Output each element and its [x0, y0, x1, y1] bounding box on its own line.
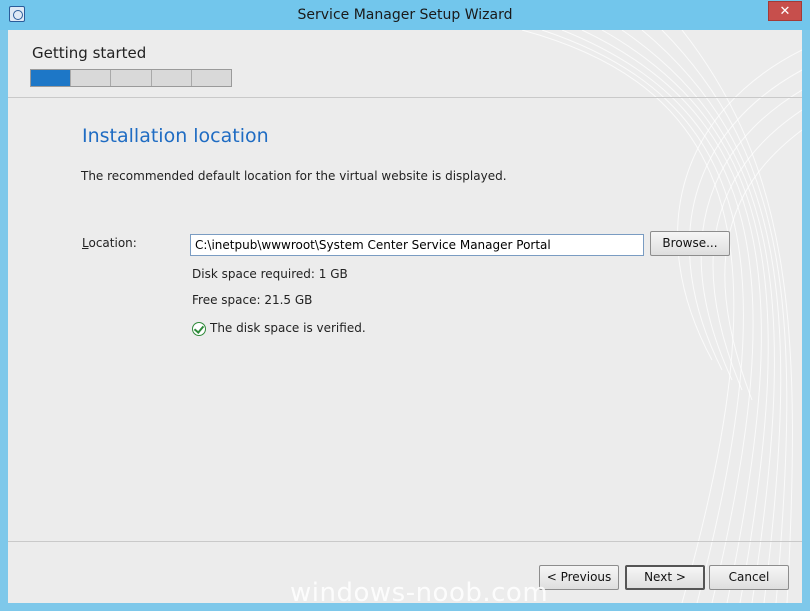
window-title: Service Manager Setup Wizard — [297, 7, 513, 23]
header-divider — [8, 97, 802, 98]
title-bar[interactable]: Service Manager Setup Wizard ✕ — [0, 0, 810, 30]
location-label: Location: — [82, 236, 137, 250]
progress-segment — [191, 70, 232, 86]
wizard-step-title: Getting started — [32, 44, 147, 62]
previous-button[interactable]: < Previous — [539, 565, 619, 590]
wizard-progress-bar — [30, 69, 232, 87]
footer-divider — [8, 541, 802, 542]
progress-segment — [111, 70, 152, 86]
decorative-swirl-graphic — [521, 30, 802, 603]
disk-space-verified-message: The disk space is verified. — [210, 321, 366, 335]
browse-button[interactable]: Browse... — [650, 231, 730, 256]
progress-segment — [71, 70, 112, 86]
watermark: windows-noob.com — [290, 578, 549, 608]
location-label-text: ocation: — [88, 236, 137, 250]
cancel-button[interactable]: Cancel — [709, 565, 789, 590]
page-heading: Installation location — [82, 125, 269, 147]
progress-segment-active — [31, 70, 72, 86]
progress-segment — [151, 70, 192, 86]
disk-space-required: Disk space required: 1 GB — [192, 267, 348, 281]
location-input[interactable] — [190, 234, 644, 256]
next-button[interactable]: Next > — [625, 565, 705, 590]
free-space: Free space: 21.5 GB — [192, 293, 313, 307]
wizard-client-area: Getting started Installation location Th… — [8, 30, 802, 603]
setup-wizard-window: Service Manager Setup Wizard ✕ Getting s… — [0, 0, 810, 611]
close-button[interactable]: ✕ — [768, 1, 802, 21]
check-circle-icon — [192, 322, 206, 336]
page-description: The recommended default location for the… — [81, 169, 507, 183]
